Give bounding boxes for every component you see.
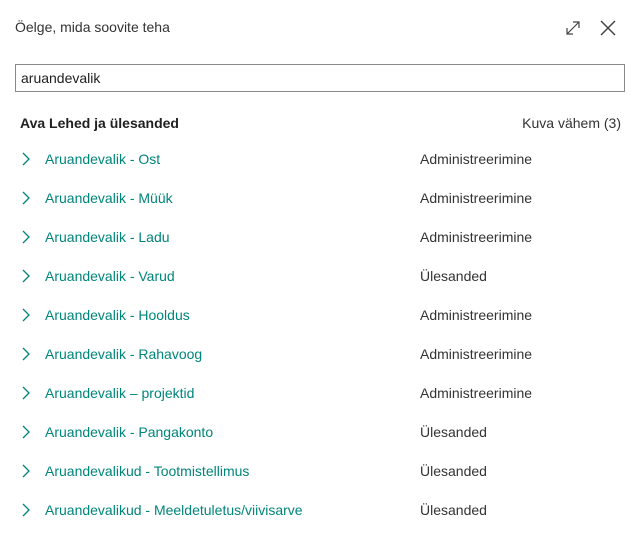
result-category: Administreerimine	[420, 229, 533, 245]
result-item[interactable]: Aruandevalik – projektid Administreerimi…	[0, 374, 639, 413]
result-category: Administreerimine	[420, 346, 533, 362]
result-item[interactable]: Aruandevalik - Varud Ülesanded	[0, 257, 639, 296]
result-category: Ülesanded	[420, 502, 487, 518]
chevron-right-icon	[22, 152, 30, 166]
expand-button[interactable]	[562, 17, 584, 39]
result-item[interactable]: Aruandevalik - Hooldus Administreerimine	[0, 296, 639, 335]
result-category: Administreerimine	[420, 151, 533, 167]
result-category: Ülesanded	[420, 463, 487, 479]
result-name[interactable]: Aruandevalik - Varud	[45, 268, 175, 284]
chevron-right-icon	[22, 386, 30, 400]
result-name[interactable]: Aruandevalik - Ost	[45, 151, 160, 167]
results-list: Aruandevalik - Ost Administreerimine Aru…	[0, 140, 639, 530]
result-category: Ülesanded	[420, 424, 487, 440]
result-category: Ülesanded	[420, 268, 487, 284]
chevron-right-icon	[22, 425, 30, 439]
result-category: Administreerimine	[420, 190, 533, 206]
chevron-right-icon	[22, 269, 30, 283]
result-name[interactable]: Aruandevalik – projektid	[45, 385, 194, 401]
show-less-link[interactable]: Kuva vähem (3)	[522, 115, 621, 131]
result-item[interactable]: Aruandevalik - Pangakonto Ülesanded	[0, 413, 639, 452]
chevron-right-icon	[22, 191, 30, 205]
result-category: Administreerimine	[420, 307, 533, 323]
result-name[interactable]: Aruandevalik - Müük	[45, 190, 173, 206]
result-name[interactable]: Aruandevalik - Pangakonto	[45, 424, 213, 440]
search-input[interactable]	[15, 64, 625, 92]
result-item[interactable]: Aruandevalikud - Tootmistellimus Ülesand…	[0, 452, 639, 491]
result-name[interactable]: Aruandevalik - Ladu	[45, 229, 170, 245]
close-button[interactable]	[597, 17, 619, 39]
result-name[interactable]: Aruandevalikud - Meeldetuletus/viivisarv…	[45, 502, 303, 518]
result-name[interactable]: Aruandevalik - Hooldus	[45, 307, 190, 323]
dialog-title: Öelge, mida soovite teha	[15, 19, 170, 35]
result-item[interactable]: Aruandevalik - Rahavoog Administreerimin…	[0, 335, 639, 374]
chevron-right-icon	[22, 503, 30, 517]
result-item[interactable]: Aruandevalik - Ladu Administreerimine	[0, 218, 639, 257]
result-name[interactable]: Aruandevalik - Rahavoog	[45, 346, 202, 362]
result-item[interactable]: Aruandevalik - Ost Administreerimine	[0, 140, 639, 179]
result-category: Administreerimine	[420, 385, 533, 401]
result-name[interactable]: Aruandevalikud - Tootmistellimus	[45, 463, 249, 479]
expand-icon	[566, 21, 580, 35]
chevron-right-icon	[22, 230, 30, 244]
chevron-right-icon	[22, 347, 30, 361]
result-item[interactable]: Aruandevalik - Müük Administreerimine	[0, 179, 639, 218]
chevron-right-icon	[22, 464, 30, 478]
close-icon	[600, 20, 616, 36]
section-title: Ava Lehed ja ülesanded	[20, 115, 179, 131]
chevron-right-icon	[22, 308, 30, 322]
result-item[interactable]: Aruandevalikud - Meeldetuletus/viivisarv…	[0, 491, 639, 530]
